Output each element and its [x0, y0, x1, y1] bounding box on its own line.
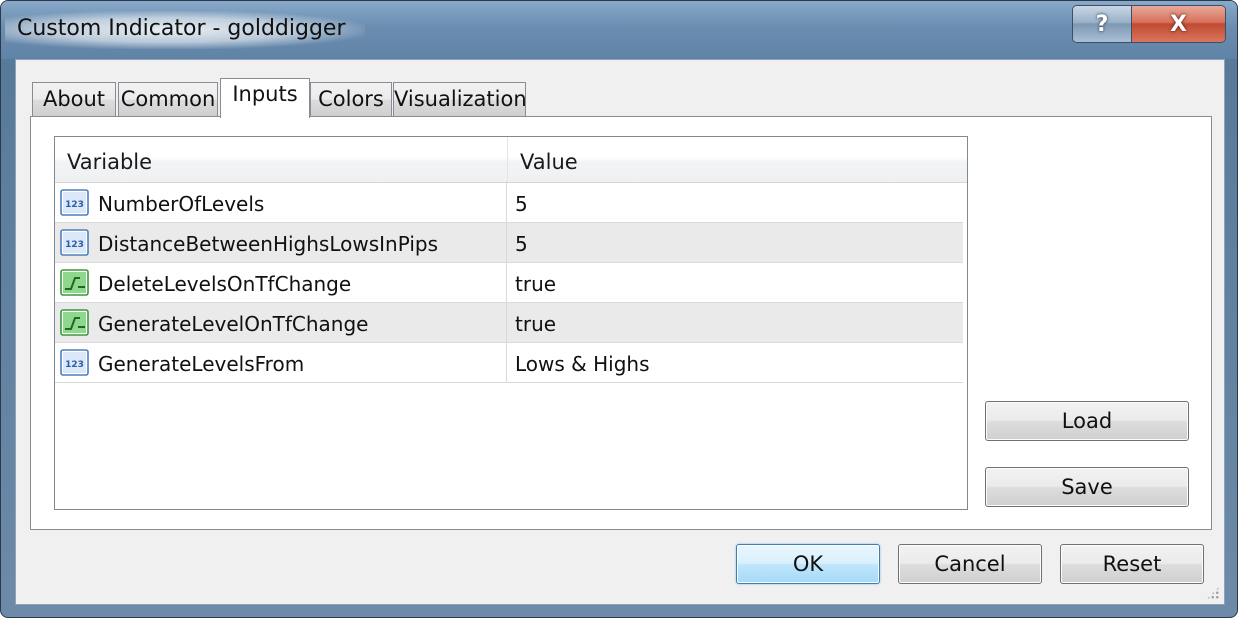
table-row[interactable]: DeleteLevelsOnTfChange true: [55, 263, 963, 303]
tab-visualization[interactable]: Visualization: [393, 82, 527, 116]
column-header-variable[interactable]: Variable: [55, 137, 507, 182]
close-icon: X: [1170, 11, 1187, 37]
cancel-button-label: Cancel: [934, 552, 1006, 576]
value-cell[interactable]: Lows & Highs: [508, 343, 963, 382]
numeric-123-icon: 123: [60, 349, 89, 376]
variable-cell: GenerateLevelOnTfChange: [55, 303, 507, 342]
tab-label: Visualization: [394, 87, 527, 111]
ok-button[interactable]: OK: [736, 544, 880, 584]
variable-name: DeleteLevelsOnTfChange: [98, 272, 352, 296]
reset-button-label: Reset: [1102, 552, 1162, 576]
resize-grip-icon[interactable]: [1206, 586, 1220, 600]
variable-name: GenerateLevelsFrom: [98, 352, 305, 376]
variable-cell: 123 NumberOfLevels: [55, 183, 507, 222]
tab-common[interactable]: Common: [118, 82, 218, 116]
variable-cell: DeleteLevelsOnTfChange: [55, 263, 507, 302]
tab-label: About: [42, 87, 106, 111]
load-button-label: Load: [1061, 409, 1113, 433]
variable-cell: 123 GenerateLevelsFrom: [55, 343, 507, 382]
table-row[interactable]: 123 GenerateLevelsFrom Lows & Highs: [55, 343, 963, 383]
dialog-client-area: About Common Inputs Colors Visualization…: [15, 59, 1225, 605]
title-bar[interactable]: Custom Indicator - golddigger ? X: [1, 1, 1237, 59]
table-row[interactable]: 123 NumberOfLevels 5: [55, 183, 963, 223]
table-row[interactable]: GenerateLevelOnTfChange true: [55, 303, 963, 343]
inputs-panel: Variable Value 123 NumberOfLevels 5 123 …: [30, 116, 1212, 530]
variable-name: DistanceBetweenHighsLowsInPips: [98, 232, 439, 256]
close-button[interactable]: X: [1132, 6, 1225, 42]
variable-name: NumberOfLevels: [98, 192, 265, 216]
variable-name: GenerateLevelOnTfChange: [98, 312, 369, 336]
table-row[interactable]: 123 DistanceBetweenHighsLowsInPips 5: [55, 223, 963, 263]
column-header-value[interactable]: Value: [508, 137, 967, 182]
tab-label: Common: [120, 87, 216, 111]
variable-cell: 123 DistanceBetweenHighsLowsInPips: [55, 223, 507, 262]
help-icon: ?: [1095, 11, 1109, 37]
save-button-label: Save: [1061, 475, 1113, 499]
numeric-123-icon: 123: [60, 229, 89, 256]
tab-label: Colors: [318, 87, 384, 111]
window-title: Custom Indicator - golddigger: [17, 16, 346, 41]
inputs-grid[interactable]: Variable Value 123 NumberOfLevels 5 123 …: [54, 136, 968, 510]
boolean-toggle-icon: [60, 309, 89, 336]
tab-about[interactable]: About: [32, 82, 116, 116]
dialog-window: Custom Indicator - golddigger ? X About …: [0, 0, 1238, 618]
tab-label: Inputs: [232, 82, 298, 106]
value-cell[interactable]: true: [508, 263, 963, 302]
value-cell[interactable]: 5: [508, 183, 963, 222]
grid-header: Variable Value: [55, 137, 967, 183]
save-button[interactable]: Save: [985, 467, 1189, 507]
boolean-toggle-icon: [60, 269, 89, 296]
value-cell[interactable]: true: [508, 303, 963, 342]
numeric-123-icon: 123: [60, 189, 89, 216]
help-button[interactable]: ?: [1073, 6, 1132, 42]
tab-inputs[interactable]: Inputs: [220, 78, 310, 118]
value-cell[interactable]: 5: [508, 223, 963, 262]
cancel-button[interactable]: Cancel: [898, 544, 1042, 584]
reset-button[interactable]: Reset: [1060, 544, 1204, 584]
load-button[interactable]: Load: [985, 401, 1189, 441]
svg-text:123: 123: [65, 240, 84, 250]
caption-buttons: ? X: [1072, 5, 1226, 43]
svg-text:123: 123: [65, 360, 84, 370]
ok-button-label: OK: [792, 552, 824, 576]
svg-text:123: 123: [65, 200, 84, 210]
tab-colors[interactable]: Colors: [310, 82, 392, 116]
